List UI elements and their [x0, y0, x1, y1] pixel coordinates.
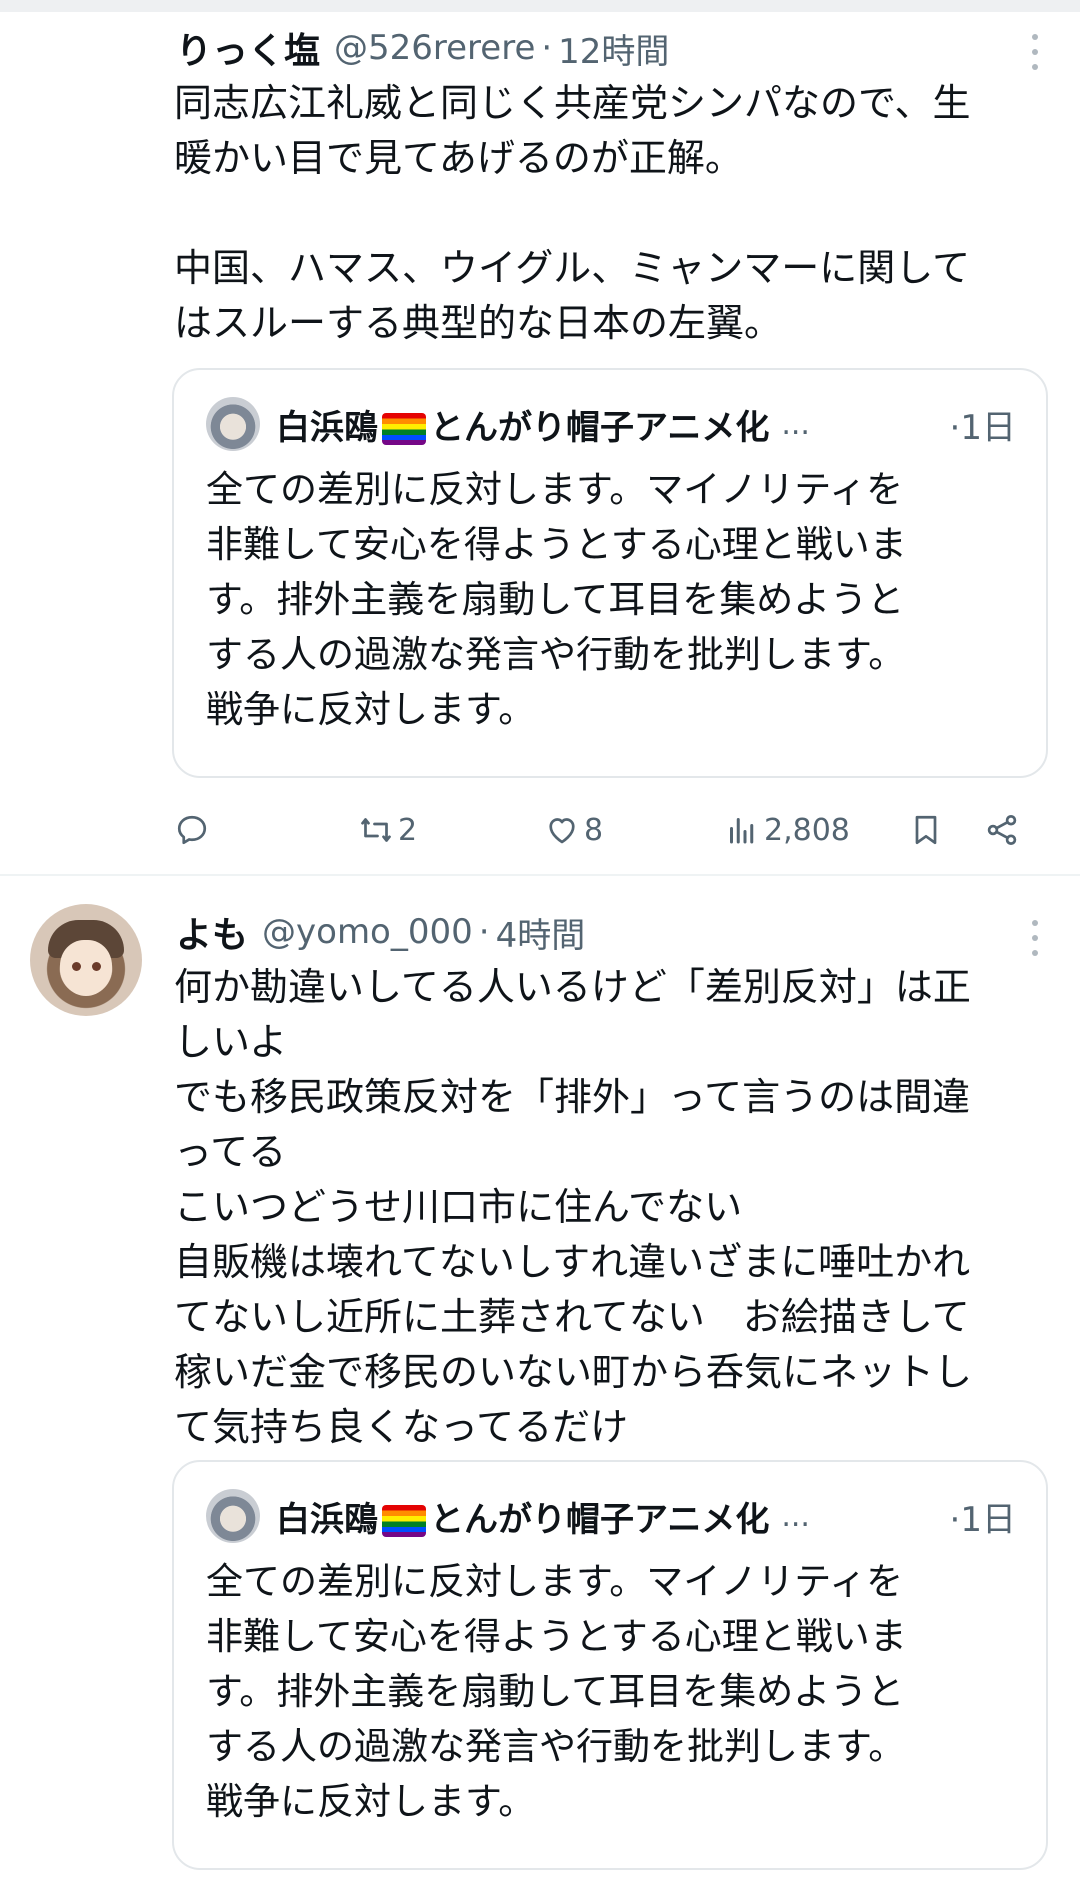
quoted-tweet-header: 白浜鴎 とんがり帽子アニメ化 ... ·1日 [206, 1488, 1016, 1544]
views-button[interactable]: 2,808 [724, 802, 850, 858]
tweet-text: 何か勘違いしてる人いるけど「差別反対」は正 しいよ でも移民政策反対を「排外」っ… [174, 965, 973, 1449]
repost-button[interactable]: 2 [358, 802, 417, 858]
rainbow-flag-icon [382, 1505, 426, 1537]
repost-icon [361, 818, 391, 842]
quoted-tweet[interactable]: 白浜鴎 とんがり帽子アニメ化 ... ·1日 全ての差別に反対します。マイノリティ… [172, 368, 1048, 778]
quoted-time-value: 1日 [960, 1499, 1016, 1540]
like-button[interactable]: 8 [544, 802, 603, 858]
quoted-author-name-part: とんがり帽子アニメ化 [430, 1499, 770, 1540]
tweet-header: りっく塩 @526rerere · 12時間 [176, 20, 669, 76]
author-handle[interactable]: @yomo_000 [262, 912, 473, 952]
quoted-author-name-part: 白浜鴎 [276, 1499, 378, 1540]
quoted-author-name: 白浜鴎 とんがり帽子アニメ化 [276, 1492, 769, 1541]
author-name[interactable]: りっく塩 [176, 22, 320, 74]
quoted-time: ·1日 [950, 400, 1016, 449]
bookmark-icon [915, 815, 937, 845]
tweet-time[interactable]: 12時間 [558, 24, 669, 73]
more-icon[interactable] [1030, 920, 1040, 956]
quoted-time: ·1日 [950, 1492, 1016, 1541]
name-ellipsis: ... [781, 406, 810, 442]
separator-dot: · [949, 1499, 961, 1540]
quoted-tweet-header: 白浜鴎 とんがり帽子アニメ化 ... ·1日 [206, 396, 1016, 452]
top-edge-bar [0, 0, 1080, 12]
rainbow-flag-icon [382, 413, 426, 445]
share-button[interactable] [984, 802, 1020, 858]
quoted-author-name-part: 白浜鴎 [276, 407, 378, 448]
quoted-time-value: 1日 [960, 407, 1016, 448]
separator-dot: · [478, 912, 490, 952]
avatar[interactable] [30, 904, 142, 1016]
like-icon [549, 818, 575, 844]
repost-count: 2 [398, 812, 418, 848]
share-icon [987, 815, 1017, 845]
action-bar: 2 8 2,808 [174, 802, 1040, 858]
name-ellipsis: ... [781, 1498, 810, 1534]
quoted-text: 全ての差別に反対します。マイノリティを 非難して安心を得ようとする心理と戦いま … [206, 468, 907, 731]
author-name[interactable]: よも [176, 906, 248, 958]
tweet-time[interactable]: 4時間 [496, 908, 586, 957]
quoted-author-name: 白浜鴎 とんがり帽子アニメ化 [276, 400, 769, 449]
quoted-author-name-part: とんがり帽子アニメ化 [430, 407, 770, 448]
more-icon[interactable] [1030, 34, 1040, 70]
tweet[interactable]: りっく塩 @526rerere · 12時間 同志広江礼威と同じく共産党シンパな… [0, 16, 1080, 874]
quoted-tweet[interactable]: 白浜鴎 とんがり帽子アニメ化 ... ·1日 全ての差別に反対します。マイノリティ… [172, 1460, 1048, 1870]
tweet-text: 同志広江礼威と同じく共産党シンパなので、生 暖かい目で見てあげるのが正解。 中国… [174, 81, 971, 345]
author-handle[interactable]: @526rerere [334, 28, 535, 68]
views-count: 2,808 [764, 812, 850, 848]
reply-icon [177, 815, 207, 845]
separator-dot: · [541, 28, 553, 68]
quoted-avatar [206, 397, 260, 451]
views-icon [730, 818, 754, 844]
separator-dot: · [949, 407, 961, 448]
quoted-text: 全ての差別に反対します。マイノリティを 非難して安心を得ようとする心理と戦いま … [206, 1560, 907, 1823]
like-count: 8 [584, 812, 604, 848]
reply-button[interactable] [174, 802, 210, 858]
quoted-avatar [206, 1489, 260, 1543]
tweet-header: よも @yomo_000 · 4時間 [176, 904, 585, 960]
tweet[interactable]: よも @yomo_000 · 4時間 何か勘違いしてる人いるけど「差別反対」は正… [0, 876, 1080, 1880]
bookmark-button[interactable] [908, 802, 944, 858]
